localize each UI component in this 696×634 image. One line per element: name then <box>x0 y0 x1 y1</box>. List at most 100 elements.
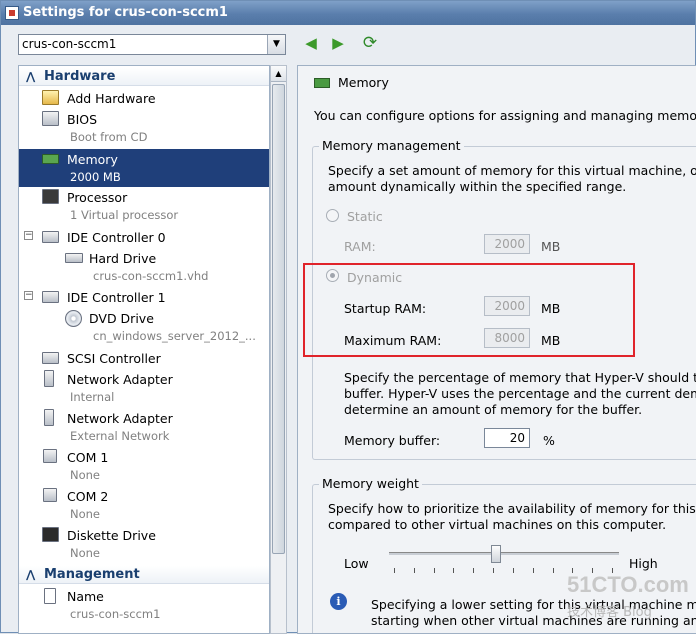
hard-drive-icon <box>65 253 83 263</box>
memory-settings-panel: Memory You can configure options for ass… <box>297 65 696 634</box>
sidebar-item-com2[interactable]: COM 2 None <box>19 487 269 525</box>
window-title: Settings for crus-con-sccm1 <box>23 5 228 20</box>
collapse-chevron-icon[interactable]: ⋀ <box>26 68 35 86</box>
management-section-header[interactable]: ⋀ Management <box>19 566 269 584</box>
add-hardware-icon <box>42 90 59 105</box>
scroll-up-icon[interactable]: ▲ <box>271 66 286 82</box>
hardware-section-header[interactable]: ⋀ Hardware <box>19 68 269 86</box>
static-label: Static <box>347 209 383 224</box>
sidebar-item-add-hardware[interactable]: Add Hardware <box>19 89 269 109</box>
slider-tick <box>394 568 395 573</box>
bios-chip-icon <box>42 111 59 126</box>
sidebar-item-sublabel: 2000 MB <box>70 170 121 184</box>
memory-weight-title: Memory weight <box>319 476 422 491</box>
sidebar-item-label: IDE Controller 0 <box>67 230 166 245</box>
tree-collapse-icon[interactable]: − <box>24 231 33 240</box>
memory-weight-slider-track[interactable] <box>389 552 619 555</box>
title-bar: Settings for crus-con-sccm1 <box>1 1 695 25</box>
vm-selector-value: crus-con-sccm1 <box>22 37 117 51</box>
back-arrow-icon[interactable]: ◀ <box>302 34 320 52</box>
sidebar-item-sublabel: None <box>70 468 101 482</box>
sidebar-item-label: Network Adapter <box>67 372 173 387</box>
sidebar-item-sublabel: None <box>70 546 101 560</box>
sidebar-item-network-adapter-internal[interactable]: Network Adapter Internal <box>19 370 269 408</box>
dvd-disc-icon <box>65 310 82 327</box>
sidebar-item-com1[interactable]: COM 1 None <box>19 448 269 486</box>
annotation-highlight-box <box>303 263 635 357</box>
sidebar-item-sublabel: Boot from CD <box>70 130 148 144</box>
sidebar-item-name[interactable]: Name crus-con-sccm1 <box>19 587 269 625</box>
slider-tick <box>413 568 415 573</box>
memory-weight-slider-thumb[interactable] <box>491 545 502 563</box>
panel-title: Memory <box>314 75 389 90</box>
diskette-icon <box>42 527 59 542</box>
management-header-label: Management <box>44 567 140 582</box>
static-radio[interactable] <box>326 209 339 222</box>
memory-module-icon <box>314 78 330 88</box>
memory-buffer-unit: % <box>543 433 555 448</box>
intro-text: You can configure options for assigning … <box>314 108 696 123</box>
slider-tick <box>433 568 435 573</box>
tree-collapse-icon[interactable]: − <box>24 291 33 300</box>
collapse-chevron-icon[interactable]: ⋀ <box>26 566 35 584</box>
slider-tick <box>493 568 495 573</box>
network-adapter-icon <box>44 409 54 426</box>
sidebar-item-label: DVD Drive <box>89 311 154 326</box>
settings-window: Settings for crus-con-sccm1 crus-con-scc… <box>0 0 696 634</box>
name-field-icon <box>44 588 56 604</box>
sidebar-item-sublabel: None <box>70 507 101 521</box>
slider-tick <box>473 568 475 573</box>
watermark-subtitle: 技术博客 Blog <box>567 605 652 620</box>
weight-high-label: High <box>629 556 658 571</box>
sidebar-scrollbar[interactable]: ▲ <box>270 65 287 634</box>
management-description-line2: amount dynamically within the specified … <box>328 179 627 194</box>
sidebar-item-label: Hard Drive <box>89 251 157 266</box>
watermark-logo: 51CTO.com <box>567 572 689 597</box>
sidebar-item-processor[interactable]: Processor 1 Virtual processor <box>19 188 269 226</box>
panel-title-label: Memory <box>338 75 389 90</box>
sidebar-item-label: COM 2 <box>67 489 109 504</box>
sidebar-item-label: COM 1 <box>67 450 109 465</box>
sidebar-item-label: Network Adapter <box>67 411 173 426</box>
com-port-icon <box>43 449 57 463</box>
memory-buffer-label: Memory buffer: <box>344 433 441 448</box>
weight-description-line2: compared to other virtual machines on th… <box>328 517 667 532</box>
sidebar-item-diskette-drive[interactable]: Diskette Drive None <box>19 526 269 564</box>
sidebar-item-label: Add Hardware <box>67 91 156 106</box>
ram-input[interactable]: 2000 <box>484 234 530 254</box>
processor-chip-icon <box>42 189 59 204</box>
sidebar-item-hard-drive[interactable]: Hard Drive crus-con-sccm1.vhd <box>19 249 269 287</box>
scsi-controller-icon <box>42 352 59 364</box>
buffer-description-line2: buffer. Hyper-V uses the percentage and … <box>344 386 696 401</box>
sidebar-item-ide-controller-0[interactable]: − IDE Controller 0 <box>19 228 269 248</box>
sidebar-item-sublabel: Internal <box>70 390 115 404</box>
sidebar-item-bios[interactable]: BIOS Boot from CD <box>19 110 269 148</box>
sidebar-item-sublabel: crus-con-sccm1.vhd <box>93 269 209 283</box>
ram-label: RAM: <box>344 239 376 254</box>
sidebar-item-ide-controller-1[interactable]: − IDE Controller 1 <box>19 288 269 308</box>
sidebar-item-sublabel: cn_windows_server_2012_... <box>93 329 256 343</box>
sidebar-item-label: SCSI Controller <box>67 351 161 366</box>
weight-low-label: Low <box>344 556 369 571</box>
sidebar-item-memory[interactable]: Memory 2000 MB <box>19 149 269 187</box>
memory-management-title: Memory management <box>319 138 464 153</box>
memory-module-icon <box>42 154 59 164</box>
hardware-header-label: Hardware <box>44 69 116 84</box>
management-description-line1: Specify a set amount of memory for this … <box>328 163 696 178</box>
refresh-icon[interactable]: ⟳ <box>361 34 379 52</box>
vm-selector-dropdown[interactable]: crus-con-sccm1 ▼ <box>18 34 286 55</box>
scrollbar-thumb[interactable] <box>272 84 285 554</box>
chevron-down-icon[interactable]: ▼ <box>267 35 285 54</box>
sidebar-item-label: Name <box>67 589 104 604</box>
info-icon: i <box>330 593 347 610</box>
sidebar-item-dvd-drive[interactable]: DVD Drive cn_windows_server_2012_... <box>19 309 269 347</box>
com-port-icon <box>43 488 57 502</box>
settings-app-icon <box>5 6 19 20</box>
forward-arrow-icon[interactable]: ▶ <box>329 34 347 52</box>
sidebar-item-label: BIOS <box>67 112 98 127</box>
sidebar-item-scsi-controller[interactable]: SCSI Controller <box>19 349 269 369</box>
slider-tick <box>532 568 534 573</box>
memory-buffer-input[interactable]: 20 <box>484 428 530 448</box>
sidebar-item-network-adapter-external[interactable]: Network Adapter External Network <box>19 409 269 447</box>
sidebar-item-label: Memory <box>67 152 118 167</box>
